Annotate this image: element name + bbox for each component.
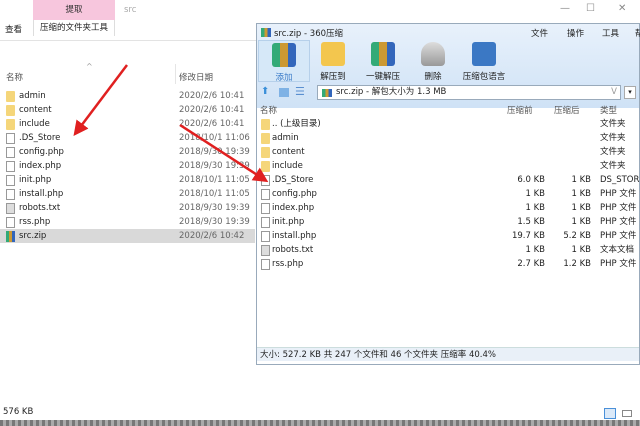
red-arrow-right <box>179 123 269 183</box>
red-arrow-left <box>73 64 128 136</box>
annotation-arrows <box>73 64 269 183</box>
